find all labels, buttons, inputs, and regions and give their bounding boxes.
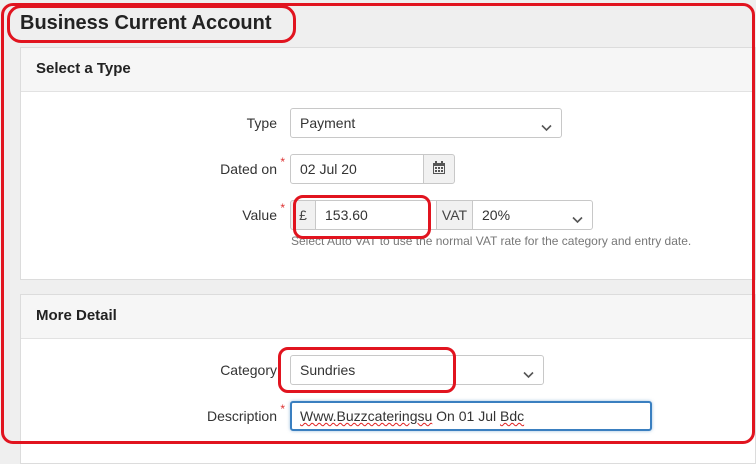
select-type-heading: Select a Type bbox=[21, 48, 755, 92]
calendar-icon bbox=[432, 161, 446, 178]
category-label: Category bbox=[220, 362, 277, 378]
vat-select-value: 20% bbox=[482, 207, 511, 223]
category-select-value: Sundries bbox=[300, 362, 356, 378]
more-detail-panel: More Detail Category Sundries Descriptio… bbox=[20, 294, 756, 464]
description-text-end: Bdc bbox=[499, 408, 525, 424]
category-select[interactable]: Sundries bbox=[290, 355, 544, 385]
chevron-down-icon bbox=[572, 211, 583, 227]
required-marker: * bbox=[280, 155, 285, 169]
chevron-down-icon bbox=[541, 119, 552, 135]
amount-input[interactable]: 153.60 bbox=[315, 200, 437, 230]
value-label: Value bbox=[242, 207, 277, 223]
more-detail-heading: More Detail bbox=[21, 295, 755, 339]
vat-addon: VAT bbox=[436, 200, 473, 230]
vat-help-text: Select Auto VAT to use the normal VAT ra… bbox=[291, 234, 692, 248]
category-row: Category Sundries bbox=[21, 355, 755, 385]
date-input[interactable]: 02 Jul 20 bbox=[290, 154, 424, 184]
description-label: Description bbox=[206, 408, 277, 424]
currency-symbol: £ bbox=[299, 207, 307, 223]
description-text-start: Www.Buzzcateringsu bbox=[300, 408, 433, 424]
vat-select[interactable]: 20% bbox=[472, 200, 593, 230]
dated-label: Dated on bbox=[220, 161, 277, 177]
chevron-down-icon bbox=[523, 366, 534, 382]
value-row: Value * £ 153.60 VAT 20% bbox=[21, 200, 755, 230]
currency-addon: £ bbox=[290, 200, 316, 230]
required-marker: * bbox=[280, 402, 285, 416]
date-input-value: 02 Jul 20 bbox=[300, 161, 357, 177]
type-select[interactable]: Payment bbox=[290, 108, 562, 138]
vat-label: VAT bbox=[441, 207, 468, 223]
calendar-button[interactable] bbox=[423, 154, 455, 184]
type-label: Type bbox=[246, 115, 277, 131]
type-row: Type Payment bbox=[21, 108, 755, 138]
amount-value: 153.60 bbox=[325, 207, 368, 223]
description-input[interactable]: Www.Buzzcateringsu On 01 Jul Bdc bbox=[290, 401, 652, 431]
required-marker: * bbox=[280, 201, 285, 215]
description-row: Description * Www.Buzzcateringsu On 01 J… bbox=[21, 401, 755, 431]
page-title: Business Current Account bbox=[20, 12, 272, 34]
type-select-value: Payment bbox=[300, 115, 356, 131]
description-text-middle: On 01 Jul bbox=[432, 408, 500, 424]
select-type-panel: Select a Type Type Payment Dated on * 02… bbox=[20, 47, 756, 280]
dated-row: Dated on * 02 Jul 20 bbox=[21, 154, 755, 184]
